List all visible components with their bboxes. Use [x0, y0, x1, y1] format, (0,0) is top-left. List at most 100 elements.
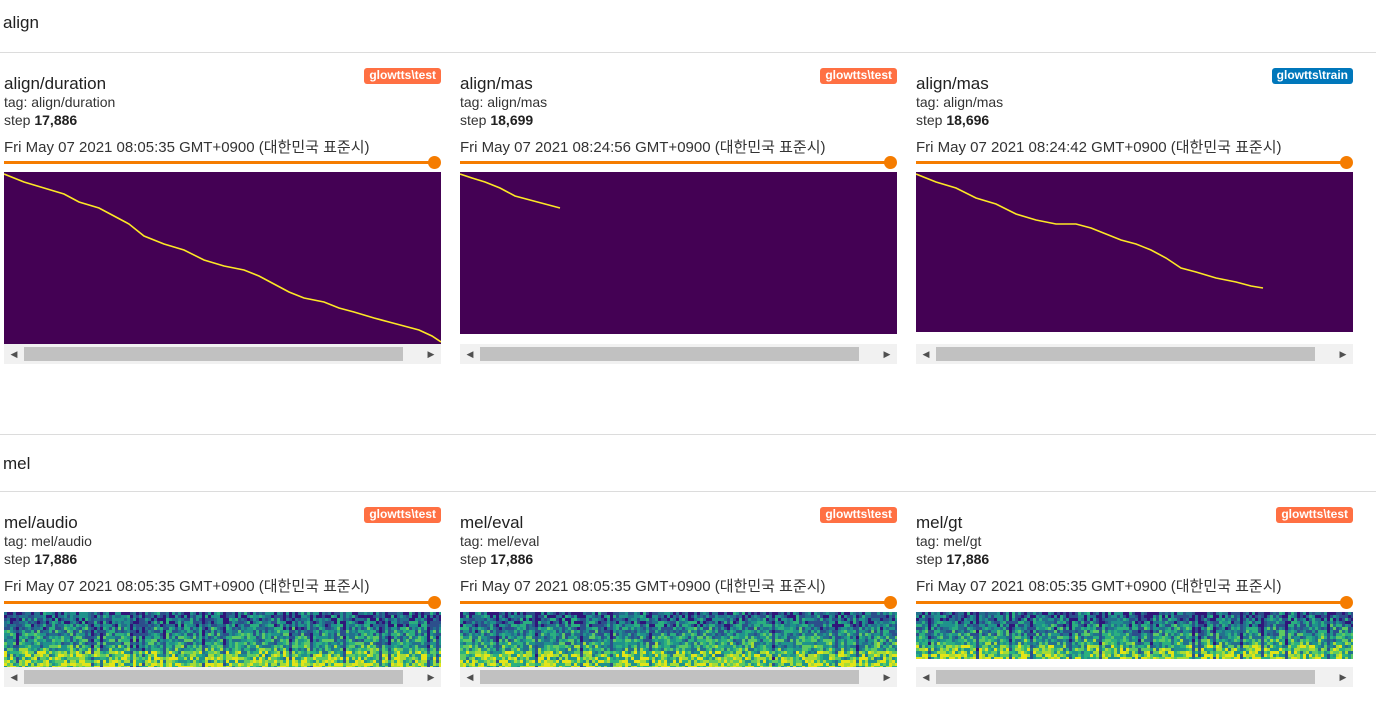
step-slider[interactable]: [460, 595, 897, 609]
horizontal-scrollbar[interactable]: ◀ ▶: [916, 344, 1353, 364]
tag-label: tag: mel/audio: [4, 533, 92, 549]
step-value: 17,886: [34, 551, 78, 567]
slider-track[interactable]: [4, 601, 434, 604]
wall-time: Fri May 07 2021 08:24:56 GMT+0900 (대한민국 …: [460, 139, 826, 156]
tag-label: tag: mel/gt: [916, 533, 982, 549]
card-title: mel/audio: [4, 513, 78, 532]
card-title: mel/gt: [916, 513, 963, 532]
run-badge: glowtts\test: [364, 68, 441, 84]
tag-label: tag: align/duration: [4, 94, 116, 110]
image-card-mel-audio: mel/audio glowtts\test tag: mel/audio st…: [4, 507, 441, 693]
scroll-left-icon[interactable]: ◀: [916, 344, 936, 364]
image-card-mel-eval: mel/eval glowtts\test tag: mel/eval step…: [460, 507, 897, 693]
section-header-mel[interactable]: mel: [0, 454, 1376, 474]
scroll-right-icon[interactable]: ▶: [877, 344, 897, 364]
run-badge: glowtts\test: [1276, 507, 1353, 523]
scroll-right-icon[interactable]: ▶: [1333, 667, 1353, 687]
section-divider: [0, 434, 1376, 435]
step-label: step: [916, 112, 943, 128]
section-header-align[interactable]: align: [0, 13, 1376, 33]
slider-thumb[interactable]: [1340, 156, 1353, 169]
image-card-mel-gt: mel/gt glowtts\test tag: mel/gt step 17,…: [916, 507, 1353, 693]
mel-spectrogram-image: [916, 612, 1353, 659]
horizontal-scrollbar[interactable]: ◀ ▶: [460, 667, 897, 687]
image-card-align-mas-train: align/mas glowtts\train tag: align/mas s…: [916, 68, 1353, 374]
slider-thumb[interactable]: [1340, 596, 1353, 609]
step-value: 18,699: [490, 112, 534, 128]
wall-time: Fri May 07 2021 08:05:35 GMT+0900 (대한민국 …: [4, 578, 370, 595]
scrollbar-thumb[interactable]: [936, 670, 1315, 684]
tag-label: tag: align/mas: [916, 94, 1004, 110]
card-title: align/mas: [460, 74, 533, 93]
run-badge: glowtts\test: [820, 507, 897, 523]
scroll-right-icon[interactable]: ▶: [421, 667, 441, 687]
slider-track[interactable]: [460, 601, 890, 604]
step-slider[interactable]: [916, 595, 1353, 609]
slider-thumb[interactable]: [884, 156, 897, 169]
step-value: 17,886: [34, 112, 78, 128]
run-badge: glowtts\test: [820, 68, 897, 84]
step-line: step 17,886: [4, 551, 77, 567]
tag-label: tag: align/mas: [460, 94, 548, 110]
image-card-align-mas-test: align/mas glowtts\test tag: align/mas st…: [460, 68, 897, 374]
step-slider[interactable]: [4, 595, 441, 609]
step-slider[interactable]: [4, 155, 441, 169]
horizontal-scrollbar[interactable]: ◀ ▶: [460, 344, 897, 364]
horizontal-scrollbar[interactable]: ◀ ▶: [4, 667, 441, 687]
scroll-left-icon[interactable]: ◀: [460, 667, 480, 687]
mel-spectrogram-image: [460, 612, 897, 667]
slider-track[interactable]: [4, 161, 434, 164]
scroll-left-icon[interactable]: ◀: [4, 667, 24, 687]
slider-thumb[interactable]: [428, 156, 441, 169]
step-line: step 17,886: [460, 551, 533, 567]
step-label: step: [916, 551, 943, 567]
card-title: mel/eval: [460, 513, 524, 532]
run-badge: glowtts\train: [1271, 68, 1353, 84]
scroll-left-icon[interactable]: ◀: [916, 667, 936, 687]
slider-track[interactable]: [916, 161, 1346, 164]
image-card-align-duration: align/duration glowtts\test tag: align/d…: [4, 68, 441, 374]
horizontal-scrollbar[interactable]: ◀ ▶: [916, 667, 1353, 687]
step-label: step: [4, 112, 31, 128]
scroll-right-icon[interactable]: ▶: [1333, 344, 1353, 364]
scroll-left-icon[interactable]: ◀: [4, 344, 24, 364]
card-title: align/mas: [916, 74, 989, 93]
scrollbar-thumb[interactable]: [480, 670, 859, 684]
scrollbar-thumb[interactable]: [936, 347, 1315, 361]
mel-spectrogram-image: [4, 612, 441, 667]
scrollbar-thumb[interactable]: [24, 670, 403, 684]
slider-thumb[interactable]: [428, 596, 441, 609]
step-value: 18,696: [946, 112, 990, 128]
alignment-image: [4, 172, 441, 344]
step-line: step 18,699: [460, 112, 533, 128]
step-line: step 17,886: [916, 551, 989, 567]
section-divider: [0, 52, 1376, 53]
alignment-image: [460, 172, 897, 334]
scrollbar-thumb[interactable]: [24, 347, 403, 361]
step-value: 17,886: [490, 551, 534, 567]
step-slider[interactable]: [916, 155, 1353, 169]
slider-track[interactable]: [916, 601, 1346, 604]
slider-thumb[interactable]: [884, 596, 897, 609]
run-badge: glowtts\test: [364, 507, 441, 523]
scroll-right-icon[interactable]: ▶: [421, 344, 441, 364]
wall-time: Fri May 07 2021 08:05:35 GMT+0900 (대한민국 …: [460, 578, 826, 595]
card-title: align/duration: [4, 74, 107, 93]
section-divider: [0, 491, 1376, 492]
step-line: step 18,696: [916, 112, 989, 128]
scroll-left-icon[interactable]: ◀: [460, 344, 480, 364]
step-label: step: [460, 112, 487, 128]
step-slider[interactable]: [460, 155, 897, 169]
slider-track[interactable]: [460, 161, 890, 164]
alignment-image: [916, 172, 1353, 332]
tag-label: tag: mel/eval: [460, 533, 540, 549]
scroll-right-icon[interactable]: ▶: [877, 667, 897, 687]
wall-time: Fri May 07 2021 08:05:35 GMT+0900 (대한민국 …: [916, 578, 1282, 595]
horizontal-scrollbar[interactable]: ◀ ▶: [4, 344, 441, 364]
wall-time: Fri May 07 2021 08:05:35 GMT+0900 (대한민국 …: [4, 139, 370, 156]
step-label: step: [460, 551, 487, 567]
wall-time: Fri May 07 2021 08:24:42 GMT+0900 (대한민국 …: [916, 139, 1282, 156]
scrollbar-thumb[interactable]: [480, 347, 859, 361]
step-label: step: [4, 551, 31, 567]
step-value: 17,886: [946, 551, 990, 567]
